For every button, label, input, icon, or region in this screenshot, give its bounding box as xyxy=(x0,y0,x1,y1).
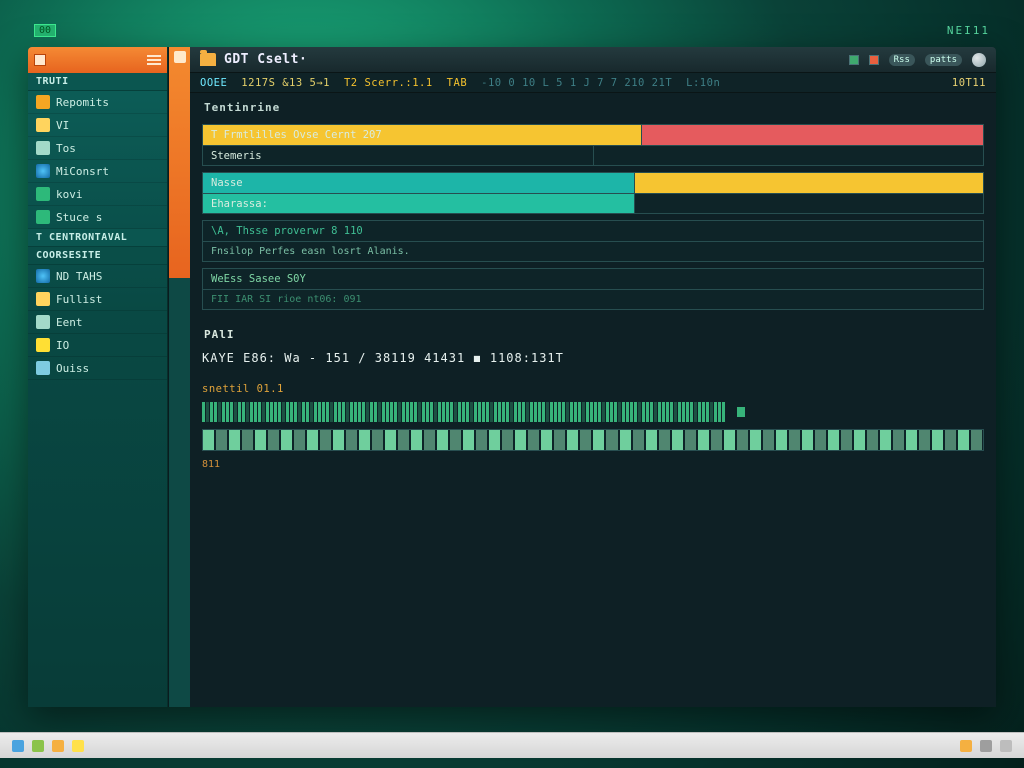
sidebar-category-mid: T centrontaval xyxy=(28,229,167,247)
metric-line: KAYE E86: Wa - 151 / 38119 41431 ◼ 1108:… xyxy=(202,351,984,365)
sun-icon xyxy=(36,338,50,352)
cell-caption: Eharassa: xyxy=(203,193,635,213)
info-strip: OOEE 1217S &13 5→1 T2 Scerr.:1.1 TAB -10… xyxy=(190,73,996,93)
menu-icon[interactable] xyxy=(147,55,161,65)
sidebar-item-label: Fullist xyxy=(56,293,102,306)
os-menubar: 00 NEI11 xyxy=(28,24,996,47)
doc-icon xyxy=(36,141,50,155)
line-text: WeEss Sasee S0Y xyxy=(203,269,983,289)
panel-2: Nasse Eharassa: xyxy=(202,172,984,214)
sidebar-item-label: kovi xyxy=(56,188,83,201)
sidebar-item-kovi[interactable]: kovi xyxy=(28,183,167,206)
range-label: -10 0 10 L 5 1 J 7 7 210 21T xyxy=(481,77,672,89)
sidebar-item-label: Eent xyxy=(56,316,83,329)
panel-1: T Frmtlilles Ovse Cernt 207 Stemeris xyxy=(202,124,984,166)
timecode-label: 10T11 xyxy=(952,77,986,89)
os-badge: 00 xyxy=(34,24,56,37)
task-icon[interactable] xyxy=(32,740,44,752)
globe-icon xyxy=(36,269,50,283)
sidebar-item-tos[interactable]: Tos xyxy=(28,137,167,160)
sidebar-category-top: Truti xyxy=(28,73,167,91)
cell-label[interactable]: T Frmtlilles Ovse Cernt 207 xyxy=(203,125,642,145)
cell-label[interactable]: Nasse xyxy=(203,173,635,193)
panel-3: \A, Thsse proverwr 8 110 Fnsilop Perfes … xyxy=(202,220,984,262)
globe-icon xyxy=(36,164,50,178)
sidebar-item-label: Repomits xyxy=(56,96,109,109)
tab-label[interactable]: T2 Scerr.:1.1 xyxy=(344,77,433,89)
cell-status[interactable] xyxy=(642,125,983,145)
sidebar-item-label: VI xyxy=(56,119,69,132)
sidebar-item-ouiss[interactable]: Ouiss xyxy=(28,357,167,380)
sidebar-item-label: ND TAHS xyxy=(56,270,102,283)
number-label: 1217S &13 5→1 xyxy=(241,77,330,89)
content-area: Tentinrine T Frmtlilles Ovse Cernt 207 S… xyxy=(190,93,996,707)
sidebar-item-stuce[interactable]: Stuce s xyxy=(28,206,167,229)
tab-label[interactable]: TAB xyxy=(447,77,467,89)
signal-label: snettil 01.1 xyxy=(202,383,984,395)
folder-icon xyxy=(36,118,50,132)
sidebar-item-vi[interactable]: VI xyxy=(28,114,167,137)
editor-main: GDT Cselt· Rss patts OOEE 1217S &13 5→1 … xyxy=(190,47,996,707)
sidebar-item-label: Ouiss xyxy=(56,362,89,375)
doc-icon xyxy=(36,315,50,329)
app-icon xyxy=(36,95,50,109)
line-text: Fnsilop Perfes easn losrt Alanis. xyxy=(203,241,983,261)
folder-icon xyxy=(36,292,50,306)
line-text: \A, Thsse proverwr 8 110 xyxy=(203,221,983,241)
code-label: OOEE xyxy=(200,77,227,89)
sidebar-item-repomits[interactable]: Repomits xyxy=(28,91,167,114)
sidebar-item-label: IO xyxy=(56,339,69,352)
cell-empty xyxy=(635,193,983,213)
footer-label: 811 xyxy=(202,459,984,470)
window-title: GDT Cselt· xyxy=(224,52,307,67)
terminal-icon xyxy=(36,210,50,224)
folder-icon xyxy=(200,53,216,66)
settings-icon[interactable] xyxy=(972,53,986,67)
status-icon xyxy=(869,55,879,65)
titlebar: GDT Cselt· Rss patts xyxy=(190,47,996,73)
sidebar-item-miconsrt[interactable]: MiConsrt xyxy=(28,160,167,183)
line-text: FII IAR SI rioe nt06: 091 xyxy=(203,289,983,309)
task-icon[interactable] xyxy=(72,740,84,752)
os-taskbar[interactable] xyxy=(0,732,1024,758)
sidebar-item-label: Stuce s xyxy=(56,211,102,224)
sidebar-item-label: MiConsrt xyxy=(56,165,109,178)
status-badge[interactable]: Rss xyxy=(889,54,915,66)
cell-empty xyxy=(594,145,984,165)
progress-bar[interactable] xyxy=(202,429,984,451)
section-header: PAlI xyxy=(202,326,984,345)
task-icon[interactable] xyxy=(12,740,24,752)
panel-4: WeEss Sasee S0Y FII IAR SI rioe nt06: 09… xyxy=(202,268,984,310)
status-icon xyxy=(849,55,859,65)
length-label: L:10n xyxy=(686,77,720,89)
cell-caption: Stemeris xyxy=(203,145,594,165)
tray-icon[interactable] xyxy=(980,740,992,752)
sidebar-item-eent[interactable]: Eent xyxy=(28,311,167,334)
sidebar-category-mid2: Coorsesite xyxy=(28,247,167,265)
sidebar-item-ndtahs[interactable]: ND TAHS xyxy=(28,265,167,288)
sidebar: Truti Repomits VI Tos MiConsrt kovi Stuc… xyxy=(28,47,168,707)
gutter-icon xyxy=(174,51,186,63)
task-icon[interactable] xyxy=(52,740,64,752)
sidebar-item-label: Tos xyxy=(56,142,76,155)
user-icon xyxy=(36,361,50,375)
activity-barcode xyxy=(202,401,984,423)
section-header: Tentinrine xyxy=(202,99,984,118)
status-badge[interactable]: patts xyxy=(925,54,962,66)
sidebar-header xyxy=(28,47,167,73)
tray-icon[interactable] xyxy=(1000,740,1012,752)
sidebar-item-fullist[interactable]: Fullist xyxy=(28,288,167,311)
terminal-icon xyxy=(36,187,50,201)
sidebar-item-io[interactable]: IO xyxy=(28,334,167,357)
cell-status[interactable] xyxy=(635,173,983,193)
os-clock-label: NEI11 xyxy=(947,24,990,37)
tray-icon[interactable] xyxy=(960,740,972,752)
app-window: Truti Repomits VI Tos MiConsrt kovi Stuc… xyxy=(28,47,996,707)
app-icon xyxy=(34,54,46,66)
gutter-strip xyxy=(168,47,190,707)
